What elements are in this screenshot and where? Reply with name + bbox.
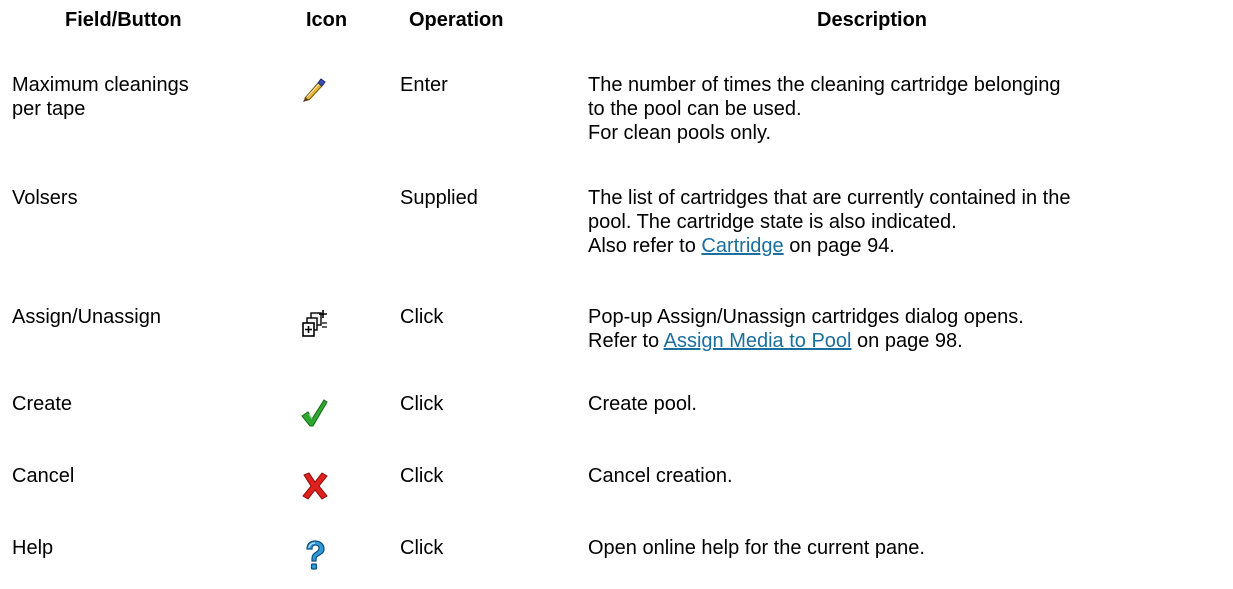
reference-suffix: on page 98. bbox=[851, 330, 963, 352]
description-line: Cancel creation. bbox=[588, 465, 733, 487]
description-line: Pop-up Assign/Unassign cartridges dialog… bbox=[588, 306, 1024, 328]
pen-icon bbox=[300, 77, 340, 113]
operation-text: Enter bbox=[400, 74, 448, 96]
description-text: The number of times the cleaning cartrid… bbox=[588, 73, 1228, 145]
assign-media-to-pool-link[interactable]: Assign Media to Pool bbox=[664, 330, 852, 352]
field-label-line: Create bbox=[12, 393, 73, 415]
description-text: Pop-up Assign/Unassign cartridges dialog… bbox=[588, 305, 1228, 353]
field-label: Help bbox=[12, 536, 282, 560]
cartridge-link[interactable]: Cartridge bbox=[701, 235, 783, 257]
field-label: Maximum cleanings per tape bbox=[12, 73, 282, 121]
header-field-button: Field/Button bbox=[65, 9, 182, 31]
operation-text: Supplied bbox=[400, 187, 478, 209]
red-x-icon bbox=[302, 472, 342, 508]
header-operation: Operation bbox=[409, 9, 504, 31]
description-text: Open online help for the current pane. bbox=[588, 536, 1228, 560]
operation-text: Click bbox=[400, 393, 444, 415]
description-line: Create pool. bbox=[588, 393, 697, 415]
field-label: Cancel bbox=[12, 464, 282, 488]
description-line: to the pool can be used. bbox=[588, 98, 802, 120]
operation-text: Click bbox=[400, 537, 444, 559]
description-line: pool. The cartridge state is also indica… bbox=[588, 211, 957, 233]
operation-text: Click bbox=[400, 465, 444, 487]
description-text: Create pool. bbox=[588, 392, 1228, 416]
reference-line: Refer to Assign Media to Pool on page 98… bbox=[588, 329, 1228, 353]
checkmark-icon bbox=[300, 398, 340, 434]
field-label-line: per tape bbox=[12, 98, 86, 120]
header-description: Description bbox=[817, 9, 928, 31]
field-label-line: Help bbox=[12, 537, 54, 559]
description-text: The list of cartridges that are currentl… bbox=[588, 186, 1228, 258]
field-label-line: Cancel bbox=[12, 465, 75, 487]
description-line: The list of cartridges that are currentl… bbox=[588, 187, 1071, 209]
description-line: Open online help for the current pane. bbox=[588, 537, 925, 559]
description-text: Cancel creation. bbox=[588, 464, 1228, 488]
reference-prefix: Also refer to bbox=[588, 235, 702, 257]
field-label-line: Maximum cleanings bbox=[12, 74, 189, 96]
question-mark-icon bbox=[304, 540, 344, 576]
reference-suffix: on page 94. bbox=[783, 235, 895, 257]
field-label-line: Assign/Unassign bbox=[12, 306, 161, 328]
description-line: The number of times the cleaning cartrid… bbox=[588, 74, 1061, 96]
assign-cartridges-icon bbox=[302, 309, 342, 345]
reference-line: Also refer to Cartridge on page 94. bbox=[588, 234, 1228, 258]
header-icon: Icon bbox=[306, 9, 348, 31]
reference-prefix: Refer to bbox=[588, 330, 664, 352]
field-label: Create bbox=[12, 392, 282, 416]
field-label: Assign/Unassign bbox=[12, 305, 282, 329]
operation-text: Click bbox=[400, 306, 444, 328]
field-label-line: Volsers bbox=[12, 187, 78, 209]
field-label: Volsers bbox=[12, 186, 282, 210]
description-line: For clean pools only. bbox=[588, 122, 772, 144]
